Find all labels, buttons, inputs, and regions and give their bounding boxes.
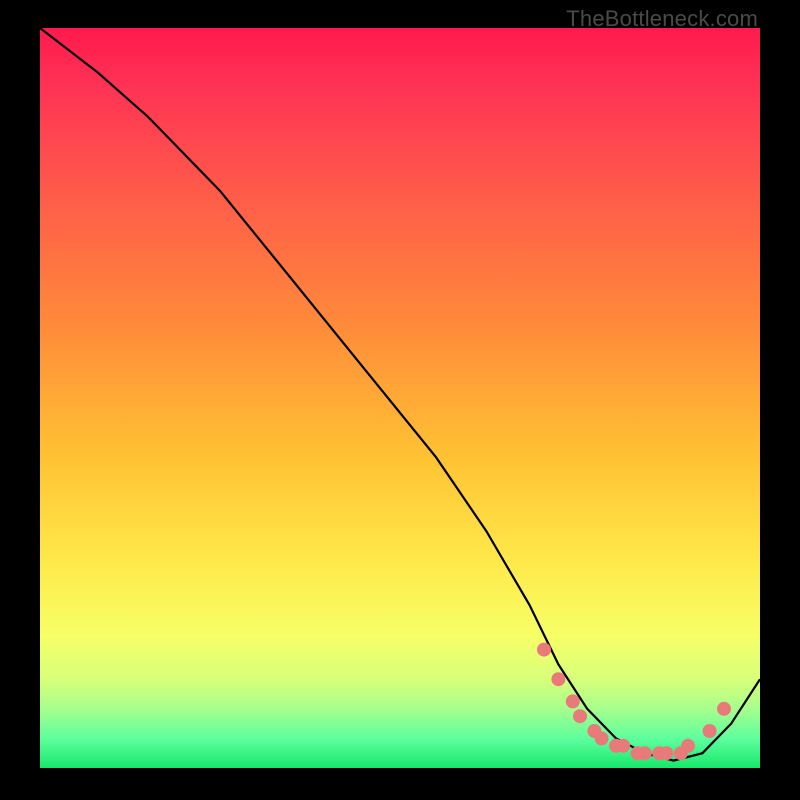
plot-area bbox=[40, 28, 760, 768]
highlight-marker bbox=[551, 672, 565, 686]
highlight-marker bbox=[595, 731, 609, 745]
highlight-marker bbox=[566, 694, 580, 708]
highlight-marker bbox=[703, 724, 717, 738]
highlight-marker bbox=[616, 739, 630, 753]
bottleneck-curve-svg bbox=[40, 28, 760, 768]
highlight-marker bbox=[537, 643, 551, 657]
highlight-marker bbox=[659, 746, 673, 760]
bottleneck-curve-path bbox=[40, 28, 760, 761]
highlight-markers bbox=[537, 643, 731, 761]
chart-frame: TheBottleneck.com bbox=[0, 0, 800, 800]
highlight-marker bbox=[638, 746, 652, 760]
highlight-marker bbox=[717, 702, 731, 716]
highlight-marker bbox=[573, 709, 587, 723]
highlight-marker bbox=[681, 739, 695, 753]
